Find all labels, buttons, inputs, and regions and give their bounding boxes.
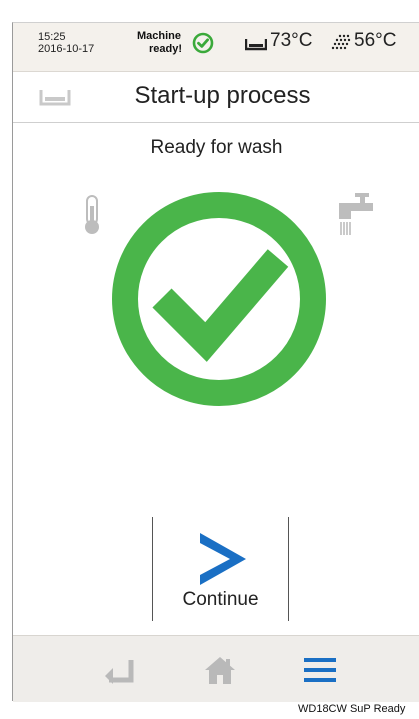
continue-button[interactable]: Continue: [152, 517, 289, 621]
bath-temperature: 73°C: [270, 30, 313, 51]
tap-icon: [339, 193, 373, 235]
title-bar: Start-up process: [13, 72, 419, 123]
back-icon[interactable]: [101, 656, 135, 684]
status-date: 2016-10-17: [38, 43, 95, 55]
chevron-right-icon: [200, 533, 246, 585]
screen-code: WD18CW SuP Ready: [298, 703, 406, 715]
spray-temperature: 56°C: [354, 30, 397, 51]
continue-label: Continue: [182, 589, 259, 610]
bath-temp-icon: [245, 39, 267, 51]
process-status-text: Ready for wash: [150, 137, 283, 158]
thermometer-icon: [85, 195, 99, 234]
status-time: 15:25: [38, 31, 66, 43]
home-icon[interactable]: [203, 655, 237, 685]
menu-icon[interactable]: [303, 656, 337, 684]
ready-status-check-icon: [112, 192, 326, 406]
machine-screen: 15:25 2016-10-17 Machine ready! 73°C 56°…: [12, 22, 419, 702]
status-bar: 15:25 2016-10-17 Machine ready! 73°C 56°…: [13, 23, 419, 72]
spray-temp-icon: [331, 34, 351, 50]
machine-status-line1: Machine: [137, 30, 182, 42]
ready-check-icon: [192, 32, 214, 54]
bottom-nav-bar: [13, 635, 419, 702]
page-title: Start-up process: [134, 82, 311, 109]
machine-status-line2: ready!: [149, 43, 183, 55]
